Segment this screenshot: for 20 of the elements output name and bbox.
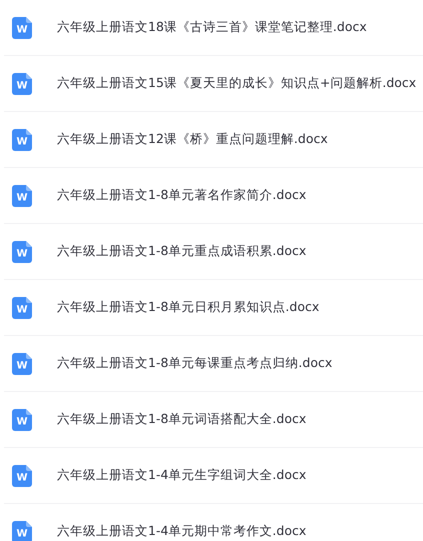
word-document-icon: W <box>12 72 32 94</box>
file-name[interactable]: 六年级上册语文1-8单元日积月累知识点.docx <box>57 299 320 316</box>
word-document-icon: W <box>12 352 32 374</box>
word-document-icon: W <box>12 184 32 206</box>
file-name[interactable]: 六年级上册语文12课《桥》重点问题理解.docx <box>57 131 328 148</box>
file-name[interactable]: 六年级上册语文1-4单元期中常考作文.docx <box>57 523 306 540</box>
word-document-icon: W <box>12 520 32 541</box>
file-name[interactable]: 六年级上册语文1-8单元著名作家简介.docx <box>57 187 306 204</box>
word-document-icon: W <box>12 240 32 262</box>
file-name[interactable]: 六年级上册语文1-8单元重点成语积累.docx <box>57 243 306 260</box>
word-document-icon: W <box>12 408 32 430</box>
file-name[interactable]: 六年级上册语文18课《古诗三首》课堂笔记整理.docx <box>57 19 367 36</box>
file-name[interactable]: 六年级上册语文1-4单元生字组词大全.docx <box>57 467 306 484</box>
word-document-icon: W <box>12 16 32 38</box>
file-name[interactable]: 六年级上册语文1-8单元每课重点考点归纳.docx <box>57 355 332 372</box>
word-document-icon: W <box>12 296 32 318</box>
file-name[interactable]: 六年级上册语文15课《夏天里的成长》知识点+问题解析.docx <box>57 75 416 92</box>
word-document-icon: W <box>12 464 32 486</box>
word-document-icon: W <box>12 128 32 150</box>
file-name[interactable]: 六年级上册语文1-8单元词语搭配大全.docx <box>57 411 306 428</box>
